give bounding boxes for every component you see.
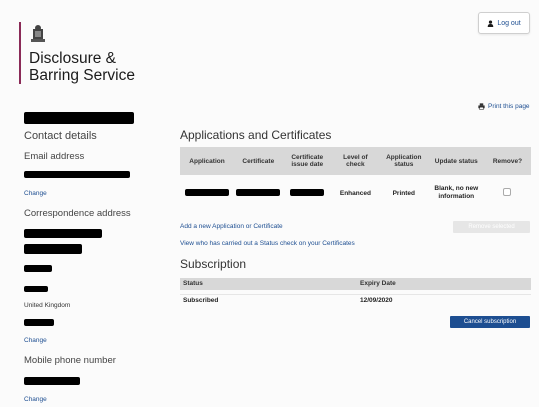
redacted-address-line-1 [24,229,102,238]
brand-line-2: Barring Service [29,67,135,84]
redacted-issue-date [290,188,325,196]
cell-remove [484,175,531,211]
cell-update-status: Blank, no new information [434,185,479,200]
subscription-col-expiry: Expiry Date [360,280,396,287]
col-update-status: Update status [428,147,484,175]
col-application: Application [180,147,234,175]
remove-checkbox[interactable] [503,188,512,196]
logout-button[interactable]: Log out [478,12,530,34]
contact-details-title: Contact details [24,130,97,142]
applications-table: Application Certificate Certificate issu… [180,147,531,211]
table-header-row: Application Certificate Certificate issu… [180,147,531,175]
change-address-link[interactable]: Change [24,337,47,344]
print-link[interactable]: Print this page [478,103,530,110]
redacted-name [24,112,134,124]
logo-rule [19,22,21,84]
printer-icon [478,103,485,110]
redacted-application [184,188,229,196]
status-check-link[interactable]: View who has carried out a Status check … [180,240,355,247]
subscription-header-row: Status Expiry Date [180,278,531,290]
cell-application [180,175,234,211]
redacted-postcode [24,319,54,326]
subscription-title: Subscription [180,257,247,271]
email-label: Email address [24,151,85,162]
redacted-address-line-3 [24,265,52,272]
subscription-col-status: Status [183,280,203,287]
cell-status: Printed [392,189,415,197]
brand-name[interactable]: Disclosure & Barring Service [29,50,135,84]
col-level-of-check: Level of check [331,147,379,175]
add-application-link[interactable]: Add a new Application or Certificate [180,223,283,230]
mobile-label: Mobile phone number [24,355,116,366]
redacted-address-line-4 [24,286,48,292]
cancel-subscription-button[interactable]: Cancel subscription [450,316,530,328]
crest-icon [31,25,45,42]
change-mobile-link[interactable]: Change [24,396,47,403]
cell-level: Enhanced [339,189,371,197]
remove-selected-button[interactable]: Remove selected [453,221,530,233]
subscription-expiry: 12/09/2020 [360,297,393,304]
country: United Kingdom [24,302,71,309]
col-certificate-issue-date: Certificate issue date [282,147,332,175]
col-certificate: Certificate [233,147,283,175]
cell-certificate [234,175,283,211]
user-icon [488,19,494,27]
cell-issue-date [283,175,332,211]
correspondence-label: Correspondence address [24,208,131,219]
redacted-certificate [236,188,281,196]
col-application-status: Application status [378,147,429,175]
redacted-mobile [24,377,80,385]
col-remove: Remove? [483,147,531,175]
redacted-email [24,171,130,178]
logout-label: Log out [497,19,521,27]
brand-line-1: Disclosure & [29,50,116,67]
subscription-row: Subscribed 12/09/2020 [180,295,531,307]
table-row: Enhanced Printed Blank, no new informati… [180,175,531,211]
print-label: Print this page [488,103,530,110]
redacted-address-line-2 [24,244,82,254]
change-email-link[interactable]: Change [24,190,47,197]
applications-title: Applications and Certificates [180,128,332,142]
subscription-status: Subscribed [183,297,219,304]
